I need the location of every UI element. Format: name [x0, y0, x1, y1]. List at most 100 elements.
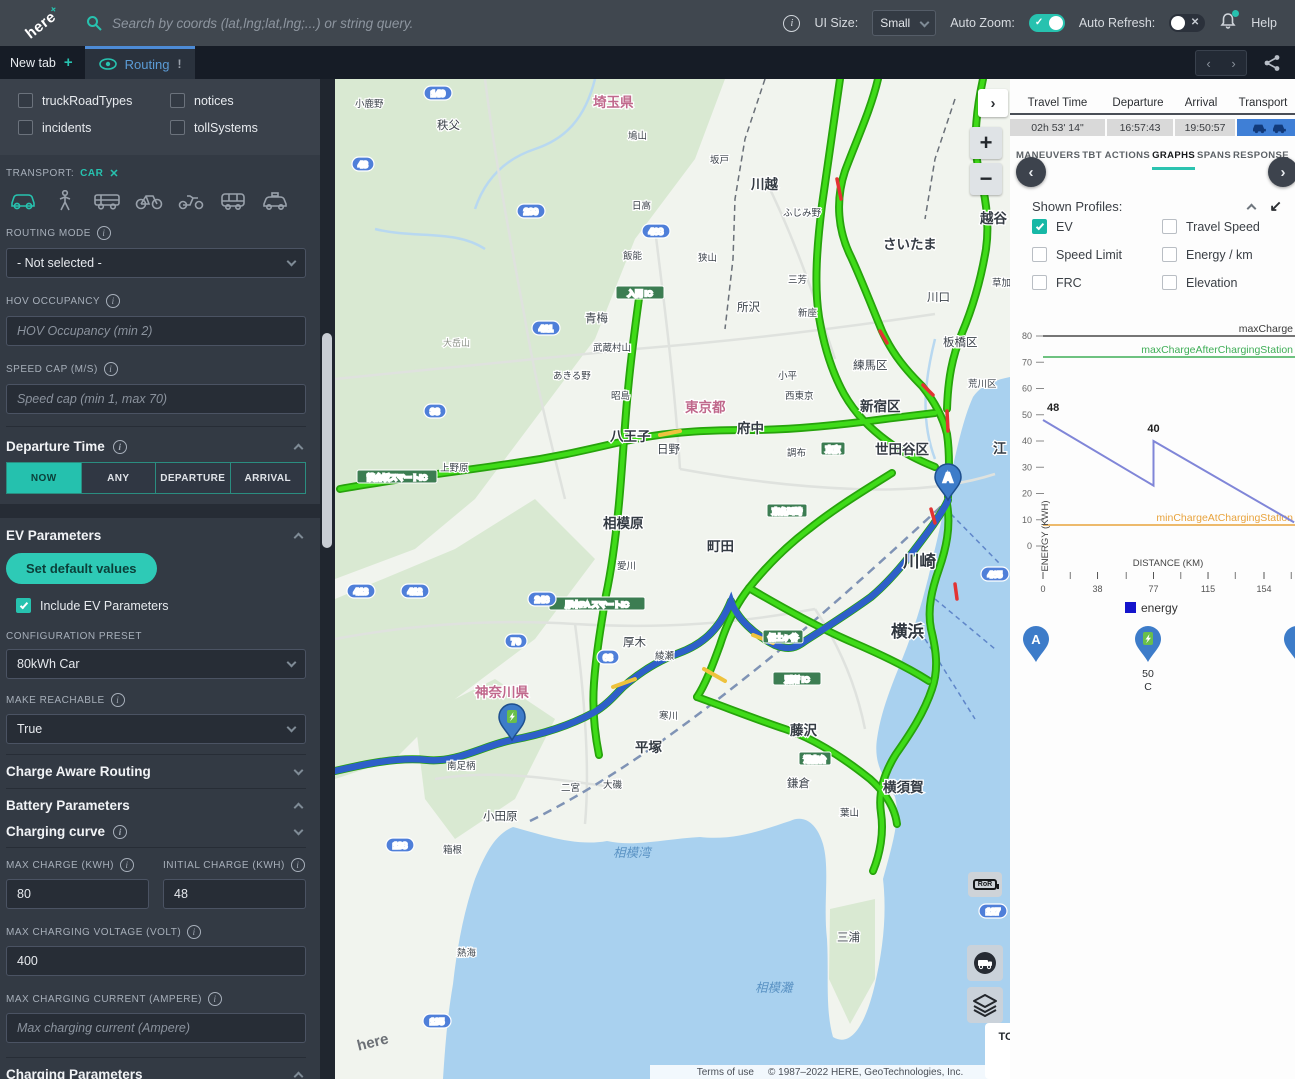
initial-charge-input[interactable] [163, 879, 306, 909]
departure-time-section-header[interactable]: Departure Timei [6, 439, 306, 454]
waypoint-a-pin[interactable]: A [1022, 625, 1050, 668]
speed-cap-input[interactable] [6, 384, 306, 414]
interchange-badge: 港南台 [799, 752, 831, 765]
routing-mode-select[interactable]: - Not selected - [6, 248, 306, 278]
profile-ev-checkbox[interactable]: EV [1032, 219, 1162, 234]
zoom-in-button[interactable]: + [970, 127, 1002, 159]
search-input[interactable] [112, 16, 652, 31]
profile-elevation-checkbox[interactable]: Elevation [1162, 275, 1282, 290]
profile-speed-limit-checkbox[interactable]: Speed Limit [1032, 247, 1162, 262]
svg-text:38: 38 [1093, 584, 1103, 594]
add-tab-button[interactable]: + [64, 54, 73, 71]
set-default-values-button[interactable]: Set default values [6, 553, 157, 584]
info-icon[interactable]: i [187, 925, 201, 939]
tab-scroll-left-button[interactable]: ‹ [1206, 56, 1210, 71]
share-icon[interactable] [1263, 54, 1281, 72]
map-label: 日野 [657, 443, 680, 456]
tab-graphs[interactable]: GRAPHS [1152, 150, 1195, 170]
tab-tbt-actions[interactable]: TBT ACTIONS [1082, 150, 1150, 170]
departure-arrival-button[interactable]: ARRIVAL [231, 463, 306, 493]
checkbox-notices[interactable]: notices [170, 93, 320, 108]
info-icon[interactable]: i [208, 992, 222, 1006]
include-ev-parameters-checkbox[interactable]: Include EV Parameters [16, 598, 306, 613]
to-waypoint-button[interactable]: TO [985, 1023, 1010, 1079]
terms-of-use-link[interactable]: Terms of use [697, 1067, 754, 1078]
checkbox-incidents[interactable]: incidents [18, 120, 170, 135]
car-icon [1251, 122, 1267, 134]
range-on-route-button[interactable]: RoR [968, 872, 1002, 897]
charging-station-pin[interactable]: 50 C [1134, 625, 1162, 694]
profile-travel-speed-checkbox[interactable]: Travel Speed [1162, 219, 1282, 234]
info-icon[interactable]: i [113, 440, 127, 454]
energy-chart[interactable]: 01020304050607080maxChargemaxChargeAfter… [1010, 320, 1295, 620]
svg-text:465: 465 [988, 570, 1002, 580]
auto-refresh-toggle[interactable]: ✕ [1169, 14, 1205, 32]
prev-route-button[interactable]: ‹ [1016, 157, 1046, 187]
checkbox-tollsystems[interactable]: tollSystems [170, 120, 320, 135]
tab-scroll-right-button[interactable]: › [1231, 56, 1235, 71]
departure-now-button[interactable]: NOW [7, 463, 82, 493]
charging-parameters-header[interactable]: Charging Parameters [6, 1058, 306, 1079]
departure-departure-button[interactable]: DEPARTURE [156, 463, 231, 493]
map-canvas[interactable]: 入間 IC談合坂スマートIC東京東名川崎厚木PA スマートIC保土ヶ谷別所 IC… [335, 79, 1010, 1079]
auto-zoom-toggle[interactable]: ✓ [1029, 14, 1065, 32]
checkbox-truckroadtypes[interactable]: truckRoadTypes [18, 93, 170, 108]
transport-taxi-icon[interactable] [260, 190, 290, 212]
traffic-layer-button[interactable] [967, 945, 1003, 981]
battery-parameters-header[interactable]: Battery Parameters [6, 789, 306, 822]
map-label: 平塚 [635, 740, 663, 755]
tab-routing[interactable]: Routing ! [85, 46, 196, 79]
max-charging-current-input[interactable] [6, 1013, 306, 1043]
transport-scooter-icon[interactable] [176, 190, 206, 212]
svg-text:77: 77 [1148, 584, 1158, 594]
hov-occupancy-input[interactable] [6, 316, 306, 346]
route-summary-row[interactable]: 02h 53' 14" 16:57:43 19:50:57 [1010, 119, 1295, 136]
collapse-icon [294, 444, 304, 454]
info-icon[interactable]: i [783, 15, 800, 32]
map-layers-button[interactable] [967, 987, 1003, 1023]
next-route-button[interactable]: › [1268, 157, 1295, 187]
ui-size-select[interactable]: Small [872, 10, 936, 36]
info-icon[interactable]: i [104, 362, 118, 376]
max-charging-voltage-input[interactable] [6, 946, 306, 976]
route-results-panel: Travel Time Departure Arrival Transport … [1010, 79, 1295, 1079]
departure-any-button[interactable]: ANY [82, 463, 157, 493]
chevron-down-icon [287, 257, 297, 267]
transport-car-icon[interactable] [8, 190, 38, 212]
svg-text:468: 468 [649, 227, 663, 237]
charge-aware-routing-header[interactable]: Charge Aware Routing [6, 755, 306, 788]
help-link[interactable]: Help [1251, 16, 1277, 30]
configuration-preset-select[interactable]: 80kWh Car [6, 649, 306, 679]
transport-bicycle-icon[interactable] [134, 190, 164, 212]
waypoint-b-pin-partial[interactable] [1283, 625, 1295, 668]
scrollbar-thumb[interactable] [322, 333, 332, 548]
max-charge-input[interactable] [6, 879, 149, 909]
collapse-panel-button[interactable]: › [978, 89, 1008, 117]
charging-curve-header[interactable]: Charging curvei [6, 822, 306, 847]
make-reachable-select[interactable]: True [6, 714, 306, 744]
ev-parameters-section-header[interactable]: EV Parameters [6, 528, 306, 543]
info-icon[interactable]: i [97, 226, 111, 240]
info-icon[interactable]: i [111, 693, 125, 707]
collapse-icon[interactable] [1247, 203, 1257, 213]
zoom-out-button[interactable]: − [970, 163, 1002, 195]
new-tab-label[interactable]: New tab [10, 56, 56, 70]
tab-spans[interactable]: SPANS [1197, 150, 1231, 170]
profile-frc-checkbox[interactable]: FRC [1032, 275, 1162, 290]
profile-energy-km-checkbox[interactable]: Energy / km [1162, 247, 1282, 262]
sidebar-scrollbar[interactable] [320, 79, 335, 1079]
map-label: 相模灘 [755, 981, 794, 995]
info-icon[interactable]: i [113, 825, 127, 839]
info-icon[interactable]: i [291, 858, 305, 872]
transport-clear-button[interactable]: ✕ [109, 167, 119, 180]
transport-bus-icon[interactable] [218, 190, 248, 212]
transport-pedestrian-icon[interactable] [50, 190, 80, 212]
expand-graph-icon[interactable]: ↙ [1269, 197, 1282, 215]
svg-text:138: 138 [393, 841, 407, 851]
max-charge-label: MAX CHARGE (KWH)i [6, 858, 149, 872]
map-label: 坂戸 [710, 155, 729, 166]
transport-truck-icon[interactable] [92, 190, 122, 212]
notifications-bell-icon[interactable] [1219, 12, 1237, 35]
info-icon[interactable]: i [106, 294, 120, 308]
info-icon[interactable]: i [120, 858, 134, 872]
